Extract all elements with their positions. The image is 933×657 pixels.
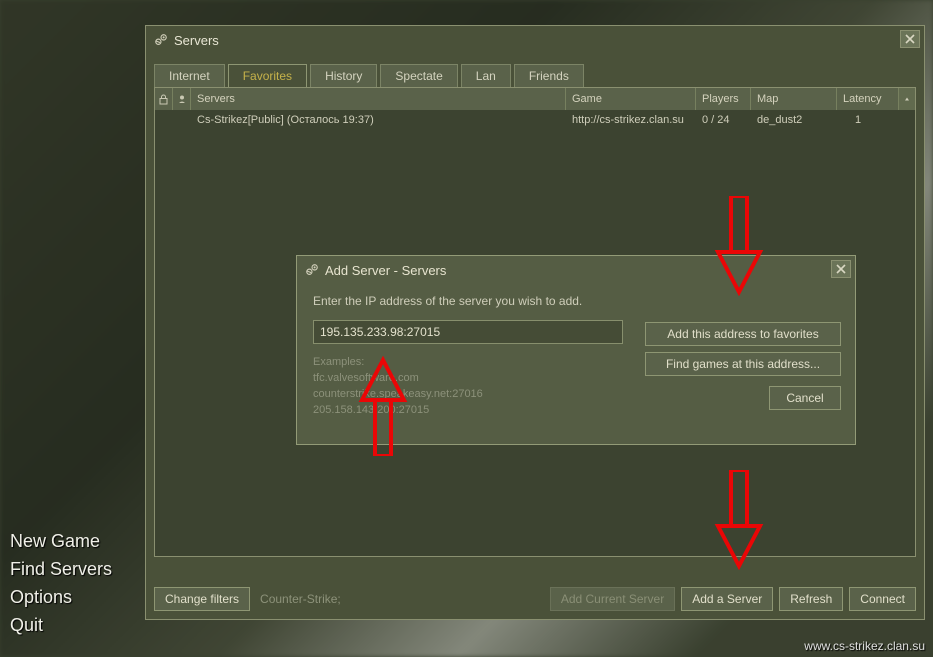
change-filters-button[interactable]: Change filters [154, 587, 250, 611]
column-players[interactable]: Players [696, 88, 751, 110]
table-row[interactable]: Cs-Strikez[Public] (Осталось 19:37) http… [155, 110, 915, 130]
tab-favorites[interactable]: Favorites [228, 64, 307, 87]
add-to-favorites-button[interactable]: Add this address to favorites [645, 322, 841, 346]
column-servers[interactable]: Servers [191, 88, 566, 110]
find-games-button[interactable]: Find games at this address... [645, 352, 841, 376]
column-game[interactable]: Game [566, 88, 696, 110]
column-bot-icon[interactable] [173, 88, 191, 110]
dialog-titlebar[interactable]: Add Server - Servers [297, 256, 855, 284]
add-current-server-button: Add Current Server [550, 587, 675, 611]
close-button[interactable] [900, 30, 920, 48]
column-latency[interactable]: Latency [837, 88, 899, 110]
cell-game: http://cs-strikez.clan.su [566, 114, 696, 126]
add-server-dialog: Add Server - Servers Enter the IP addres… [296, 255, 856, 445]
tab-spectate[interactable]: Spectate [380, 64, 457, 87]
menu-find-servers[interactable]: Find Servers [10, 555, 112, 583]
servers-title: Servers [174, 33, 219, 48]
dialog-close-button[interactable] [831, 260, 851, 278]
cancel-button[interactable]: Cancel [769, 386, 841, 410]
cell-server-name: Cs-Strikez[Public] (Осталось 19:37) [191, 114, 566, 126]
ip-address-input[interactable] [313, 320, 623, 344]
dialog-prompt: Enter the IP address of the server you w… [313, 294, 839, 308]
menu-quit[interactable]: Quit [10, 611, 112, 639]
watermark: www.cs-strikez.clan.su [804, 639, 925, 653]
refresh-button[interactable]: Refresh [779, 587, 843, 611]
column-lock-icon[interactable] [155, 88, 173, 110]
cell-players: 0 / 24 [696, 114, 751, 126]
add-a-server-button[interactable]: Add a Server [681, 587, 773, 611]
filter-text: Counter-Strike; [260, 592, 341, 606]
tabs: Internet Favorites History Spectate Lan … [154, 64, 916, 87]
steam-icon [154, 33, 168, 47]
tab-history[interactable]: History [310, 64, 377, 87]
tab-friends[interactable]: Friends [514, 64, 584, 87]
servers-titlebar[interactable]: Servers [146, 26, 924, 54]
connect-button[interactable]: Connect [849, 587, 916, 611]
menu-new-game[interactable]: New Game [10, 527, 112, 555]
column-headers: Servers Game Players Map Latency [155, 88, 915, 110]
main-menu: New Game Find Servers Options Quit [10, 527, 112, 639]
scroll-up-icon[interactable] [899, 88, 915, 110]
steam-icon [305, 263, 319, 277]
cell-map: de_dust2 [751, 114, 837, 126]
bottom-bar: Change filters Counter-Strike; Add Curre… [154, 587, 916, 611]
cell-latency: 1 [837, 114, 899, 126]
menu-options[interactable]: Options [10, 583, 112, 611]
tab-lan[interactable]: Lan [461, 64, 511, 87]
dialog-title: Add Server - Servers [325, 263, 446, 278]
column-map[interactable]: Map [751, 88, 837, 110]
tab-internet[interactable]: Internet [154, 64, 225, 87]
